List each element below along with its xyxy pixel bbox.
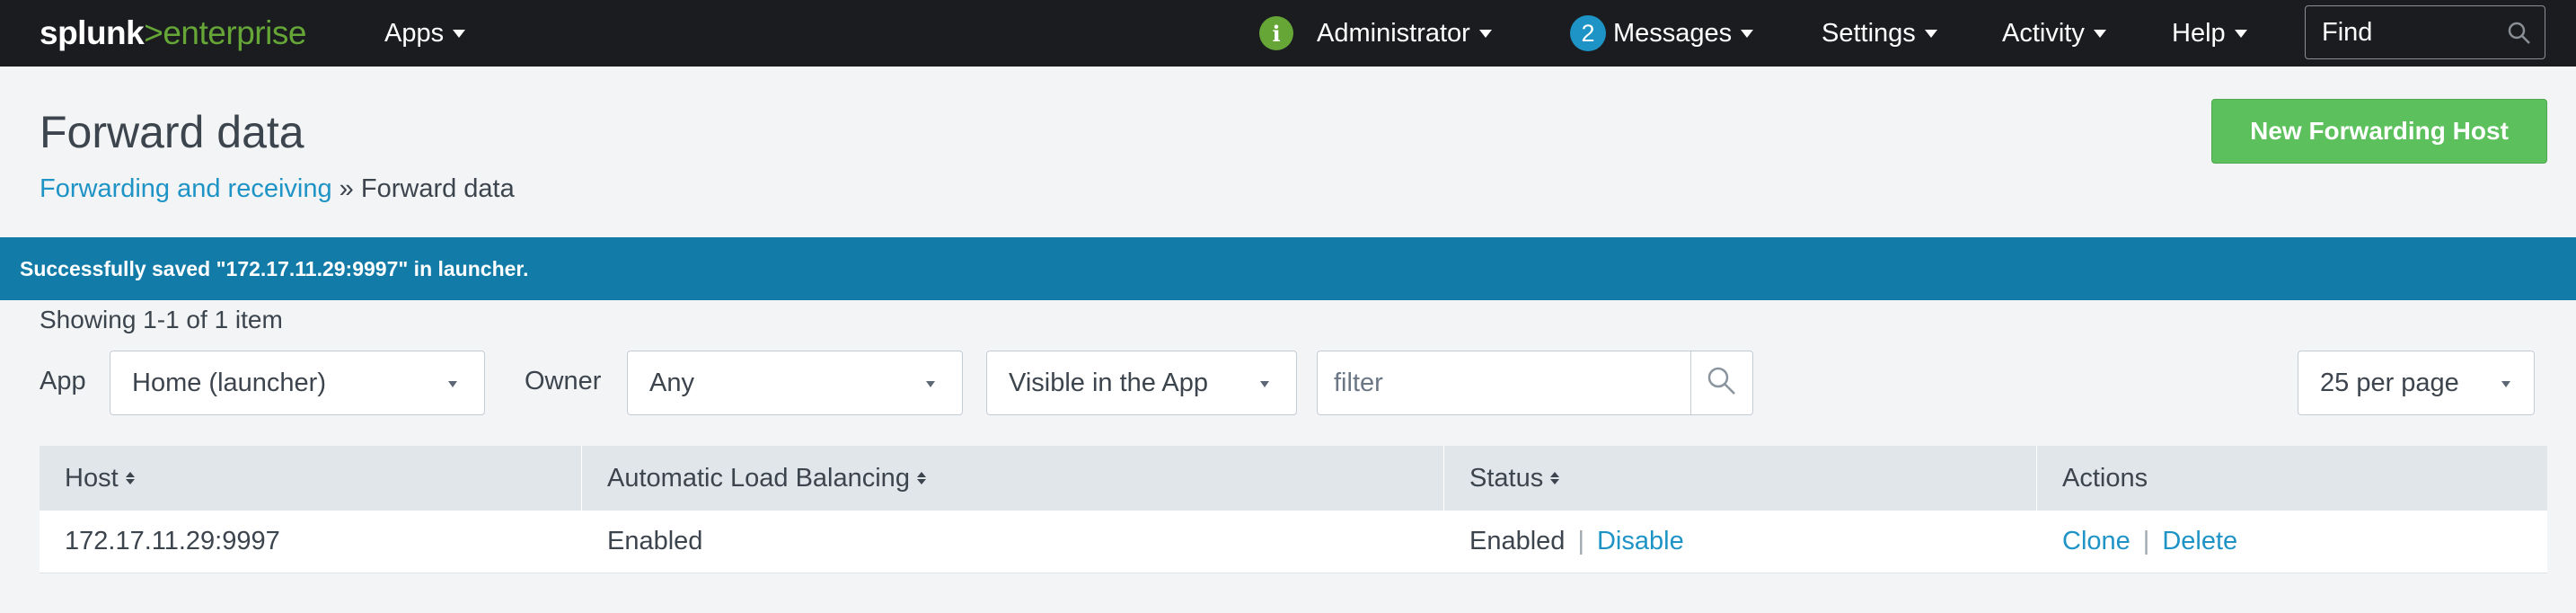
load-balancing-cell: Enabled: [582, 511, 1444, 573]
search-icon: [1706, 365, 1738, 402]
search-icon[interactable]: [2507, 21, 2532, 50]
column-header-load-balancing[interactable]: Automatic Load Balancing: [582, 446, 1444, 511]
breadcrumb-current: Forward data: [360, 174, 515, 203]
caret-down-icon: [2234, 29, 2247, 38]
owner-filter-label: Owner: [525, 367, 602, 395]
dropdown-arrow-icon: [926, 381, 935, 387]
administrator-menu-label: Administrator: [1317, 18, 1470, 48]
sort-icon: [125, 472, 135, 484]
page-title: Forward data: [40, 107, 304, 157]
dropdown-arrow-icon: [1260, 381, 1269, 387]
success-message-text: Successfully saved "172.17.11.29:9997" i…: [20, 256, 529, 280]
logo-enterprise-text: enterprise: [163, 14, 306, 51]
breadcrumb: Forwarding and receiving » Forward data: [40, 174, 515, 204]
caret-down-icon: [1741, 29, 1754, 38]
top-navigation-bar: splunk > enterprise Apps i Administrator 2…: [0, 0, 2576, 67]
column-header-label: Automatic Load Balancing: [607, 463, 910, 493]
help-menu-label: Help: [2172, 18, 2226, 48]
item-count-text: Showing 1-1 of 1 item: [40, 306, 283, 333]
apps-menu-label: Apps: [384, 18, 445, 48]
activity-menu[interactable]: Activity: [2002, 0, 2106, 67]
actions-cell: Clone | Delete: [2037, 511, 2547, 573]
caret-down-icon: [1924, 29, 1937, 38]
text-filter-input[interactable]: [1317, 351, 1692, 415]
visibility-filter-value: Visible in the App: [1009, 368, 1208, 397]
messages-menu-label: Messages: [1613, 18, 1733, 48]
per-page-value: 25 per page: [2320, 368, 2459, 397]
action-separator: |: [1577, 527, 1584, 555]
info-icon: i: [1259, 16, 1293, 50]
dropdown-arrow-icon: [2501, 381, 2510, 387]
owner-filter-select[interactable]: Any: [627, 351, 963, 415]
table-row: 172.17.11.29:9997 Enabled Enabled | Disa…: [40, 511, 2547, 573]
success-message-banner: Successfully saved "172.17.11.29:9997" i…: [0, 237, 2576, 300]
messages-count-badge: 2: [1570, 15, 1606, 51]
delete-link[interactable]: Delete: [2162, 527, 2237, 556]
new-forwarding-host-button[interactable]: New Forwarding Host: [2211, 99, 2547, 164]
visibility-filter-select[interactable]: Visible in the App: [986, 351, 1297, 415]
sort-icon: [1550, 472, 1560, 484]
filter-search-button[interactable]: [1690, 351, 1753, 415]
forwarding-hosts-table: Host Automatic Load Balancing Status Act…: [40, 446, 2547, 573]
splunk-logo[interactable]: splunk > enterprise: [40, 11, 306, 56]
app-filter-value: Home (launcher): [132, 368, 326, 397]
host-cell: 172.17.11.29:9997: [40, 511, 582, 573]
apps-menu[interactable]: Apps: [384, 0, 466, 67]
caret-down-icon: [1478, 29, 1492, 38]
disable-link[interactable]: Disable: [1597, 527, 1684, 556]
settings-menu-label: Settings: [1822, 18, 1916, 48]
settings-menu[interactable]: Settings: [1822, 0, 1937, 67]
breadcrumb-separator: »: [331, 174, 361, 203]
owner-filter-value: Any: [649, 368, 694, 397]
breadcrumb-forwarding-receiving-link[interactable]: Forwarding and receiving: [40, 174, 332, 203]
column-header-actions: Actions: [2037, 446, 2547, 511]
logo-chevron: >: [144, 14, 163, 51]
app-filter-select[interactable]: Home (launcher): [110, 351, 485, 415]
find-search-box: [2305, 5, 2545, 59]
dropdown-arrow-icon: [448, 381, 457, 387]
table-header-row: Host Automatic Load Balancing Status Act…: [40, 446, 2547, 511]
caret-down-icon: [2093, 29, 2106, 38]
app-filter-label: App: [40, 367, 86, 395]
caret-down-icon: [453, 29, 466, 38]
action-separator: |: [2142, 527, 2150, 555]
column-header-status[interactable]: Status: [1444, 446, 2037, 511]
find-input[interactable]: [2322, 17, 2501, 48]
sort-icon: [916, 472, 926, 484]
administrator-menu[interactable]: i Administrator: [1259, 0, 1492, 67]
status-cell: Enabled | Disable: [1444, 511, 2037, 573]
activity-menu-label: Activity: [2002, 18, 2085, 48]
clone-link[interactable]: Clone: [2062, 527, 2130, 556]
help-menu[interactable]: Help: [2172, 0, 2247, 67]
host-value: 172.17.11.29:9997: [65, 527, 280, 555]
column-header-host[interactable]: Host: [40, 446, 582, 511]
per-page-select[interactable]: 25 per page: [2298, 351, 2535, 415]
logo-splunk-text: splunk: [40, 14, 145, 51]
messages-menu[interactable]: 2 Messages: [1570, 0, 1754, 67]
column-header-label: Actions: [2062, 463, 2148, 493]
column-header-label: Host: [65, 463, 119, 493]
status-value: Enabled: [1469, 527, 1566, 555]
column-header-label: Status: [1469, 463, 1544, 493]
load-balancing-value: Enabled: [607, 527, 703, 555]
